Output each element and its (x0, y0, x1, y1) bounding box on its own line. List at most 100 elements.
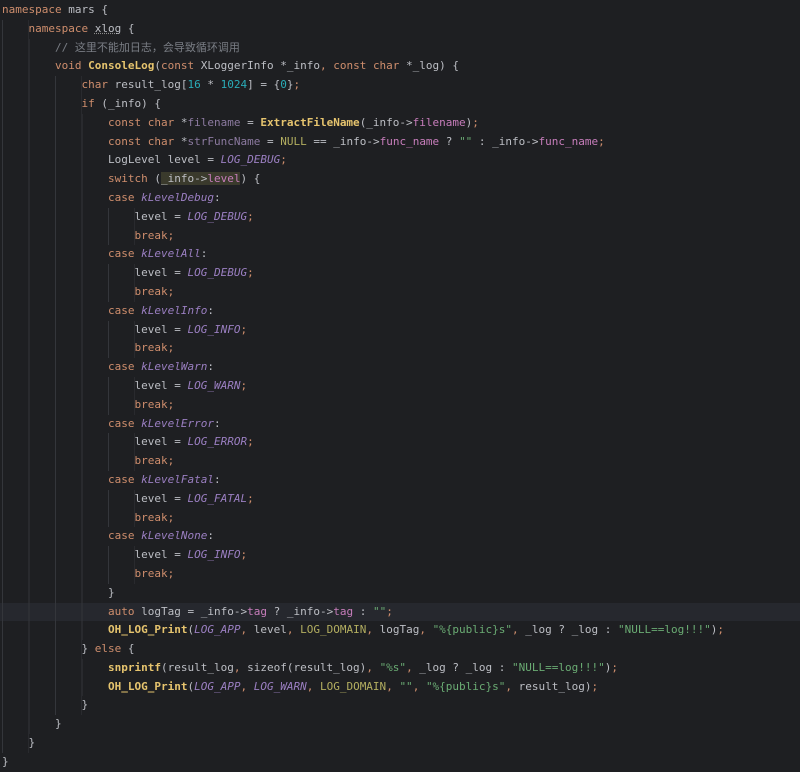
code-token: = (260, 134, 281, 148)
code-line[interactable]: case kLevelAll: (2, 245, 800, 265)
code-token: LOG_INFO (187, 322, 241, 336)
code-line[interactable]: void ConsoleLog(const XLoggerInfo *_info… (2, 57, 800, 77)
code-token: } (28, 736, 36, 750)
code-token: (result_log (160, 660, 234, 674)
code-token: , (406, 660, 413, 674)
code-token: 1024 (220, 78, 248, 92)
code-line[interactable]: LogLevel level = LOG_DEBUG; (2, 151, 800, 171)
code-token: level = (134, 209, 188, 223)
code-token: { (121, 642, 135, 656)
code-token: namespace (2, 3, 62, 16)
code-line[interactable]: const char *strFuncName = NULL == _info-… (2, 132, 800, 152)
code-token: ? (439, 134, 460, 148)
code-token: level = (134, 266, 188, 280)
code-line[interactable]: } else { (2, 640, 800, 659)
code-line[interactable]: level = LOG_INFO; (2, 546, 800, 565)
code-line[interactable]: break; (2, 508, 800, 528)
code-line[interactable]: case kLevelInfo: (2, 301, 800, 321)
code-token: LOG_INFO (187, 548, 241, 562)
code-token: case (108, 529, 135, 543)
code-line[interactable]: case kLevelNone: (2, 527, 800, 547)
indent-guide (2, 376, 135, 396)
code-token: , (366, 623, 373, 637)
indent-guide (2, 696, 82, 716)
code-token: , (512, 623, 519, 637)
code-line[interactable]: break; (2, 339, 800, 359)
indent-guide (2, 94, 82, 114)
code-line[interactable]: break; (2, 395, 800, 415)
code-token: _log ? _log : (518, 623, 619, 637)
code-line[interactable]: level = LOG_DEBUG; (2, 207, 800, 227)
code-line[interactable]: } (2, 734, 800, 753)
code-token: : (207, 529, 214, 543)
code-line[interactable]: } (2, 696, 800, 716)
code-line[interactable]: break; (2, 564, 800, 584)
indent-guide (2, 621, 108, 641)
indent-guide (2, 564, 135, 584)
code-token: LogLevel level = (108, 153, 221, 167)
code-token: ; (240, 378, 248, 392)
code-line[interactable]: OH_LOG_Print(LOG_APP, level, LOG_DOMAIN,… (2, 621, 800, 641)
code-line[interactable]: case kLevelError: (2, 414, 800, 434)
code-token: LOG_WARN (187, 378, 241, 392)
code-line[interactable]: OH_LOG_Print(LOG_APP, LOG_WARN, LOG_DOMA… (2, 677, 800, 697)
code-token: "%{public}s" (432, 623, 513, 637)
code-token: : (200, 247, 208, 261)
code-token: LOG_FATAL (187, 491, 248, 505)
code-line[interactable]: } (2, 583, 800, 603)
code-token: 0 (280, 78, 287, 92)
code-token: else (94, 642, 122, 656)
code-line[interactable]: } (2, 715, 800, 735)
code-token: strFuncName (187, 134, 261, 148)
code-line[interactable]: if (_info) { (2, 94, 800, 114)
code-token: case (108, 303, 135, 317)
code-token: OH_LOG_Print (108, 623, 188, 637)
code-token: ; (598, 134, 605, 148)
code-token: filename (412, 115, 466, 129)
code-line[interactable]: level = LOG_ERROR; (2, 433, 800, 453)
code-line[interactable]: const char *filename = ExtractFileName(_… (2, 113, 800, 133)
code-line[interactable]: char result_log[16 * 1024] = {0}; (2, 76, 800, 95)
code-token: LOG_DEBUG (220, 153, 281, 167)
code-line[interactable]: namespace mars { (2, 1, 800, 20)
code-token: break; (134, 341, 175, 355)
code-token: } (108, 585, 115, 599)
code-token: level = (134, 322, 188, 336)
code-line[interactable]: case kLevelWarn: (2, 358, 800, 377)
code-line[interactable]: level = LOG_WARN; (2, 376, 800, 396)
code-token: const char (108, 115, 175, 129)
code-line[interactable]: switch (_info->level) { (2, 170, 800, 189)
code-editor[interactable]: namespace mars {namespace xlog {// 这里不能加… (0, 1, 800, 772)
code-line[interactable]: auto logTag = _info->tag ? _info->tag : … (0, 602, 800, 622)
code-line[interactable]: break; (2, 226, 800, 246)
code-line[interactable]: } (2, 753, 800, 772)
code-line[interactable]: break; (2, 452, 800, 471)
code-line[interactable]: level = LOG_DEBUG; (2, 264, 800, 283)
code-line[interactable]: case kLevelDebug: (2, 188, 800, 208)
code-token: ? _info-> (266, 604, 334, 618)
indent-guide (2, 301, 108, 321)
code-token: ExtractFileName (260, 115, 360, 129)
code-line[interactable]: // 这里不能加日志，会导致循环调用 (2, 38, 800, 58)
code-token: ; (247, 435, 254, 449)
code-line[interactable]: snprintf(result_log, sizeof(result_log),… (2, 658, 800, 678)
code-line[interactable]: case kLevelFatal: (2, 470, 800, 490)
code-line[interactable]: level = LOG_INFO; (2, 320, 800, 340)
indent-guide (2, 207, 135, 227)
code-token: _log ? _log : (412, 660, 513, 674)
indent-guide (2, 677, 108, 697)
indent-guide (2, 76, 82, 95)
code-token: LOG_ERROR (187, 435, 248, 449)
code-token: OH_LOG_Print (108, 679, 188, 693)
code-line[interactable]: break; (2, 282, 800, 302)
code-token: result_log) (512, 679, 592, 693)
code-line[interactable]: namespace xlog { (2, 19, 800, 39)
code-line[interactable]: level = LOG_FATAL; (2, 489, 800, 509)
code-token: "" (459, 134, 473, 148)
code-token: case (108, 360, 135, 374)
indent-guide (2, 508, 135, 528)
code-token: case (108, 472, 135, 486)
indent-guide (2, 489, 135, 509)
code-token: , (419, 623, 426, 637)
code-token: level = (134, 435, 188, 449)
